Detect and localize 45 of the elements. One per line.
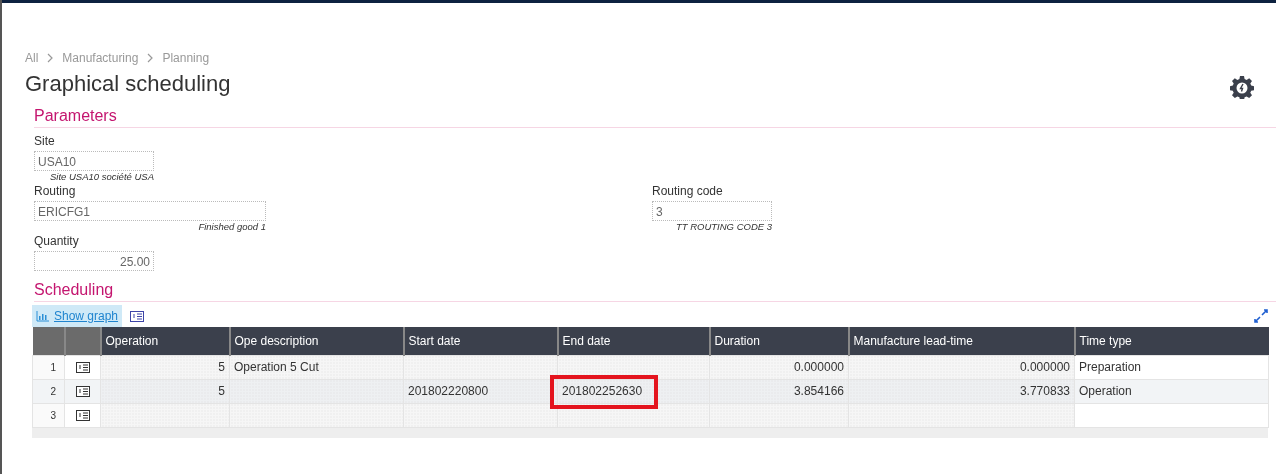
table-cell: 3.854166 xyxy=(793,384,844,398)
table-cell: 201802252630 xyxy=(562,384,643,398)
table-cell: Operation xyxy=(1079,384,1132,398)
column-header[interactable]: Duration xyxy=(709,327,849,355)
page-title: Graphical scheduling xyxy=(25,71,231,97)
show-graph-button[interactable]: Show graph xyxy=(32,305,123,327)
input-field[interactable]: ERICFG1 xyxy=(34,201,266,221)
column-header[interactable]: End date xyxy=(557,327,710,355)
detail-card-icon[interactable] xyxy=(75,361,90,373)
settings-icon[interactable] xyxy=(1230,75,1254,99)
field-hint: Finished good 1 xyxy=(197,221,266,232)
field-label: Routing xyxy=(34,184,77,200)
field-label: Site xyxy=(34,134,56,150)
bar-chart-icon xyxy=(36,310,49,322)
chevron-icon xyxy=(146,53,155,63)
table-cell: 5 xyxy=(218,384,225,398)
expand-icon[interactable] xyxy=(1254,309,1268,323)
table-cell: 3.770833 xyxy=(1019,384,1070,398)
field-label: Routing code xyxy=(652,184,724,200)
column-header[interactable]: Ope description xyxy=(229,327,404,355)
section-heading: Parameters xyxy=(34,107,1276,128)
field-label: Quantity xyxy=(34,234,80,250)
detail-card-icon[interactable] xyxy=(130,310,145,322)
input-field[interactable]: 3 xyxy=(652,201,772,221)
table-cell: 0.000000 xyxy=(793,360,844,374)
field-hint: Site USA10 société USA xyxy=(48,171,154,182)
input-field[interactable]: 25.00 xyxy=(34,251,154,271)
column-header[interactable]: Time type xyxy=(1074,327,1269,355)
detail-card-icon[interactable] xyxy=(75,409,90,421)
table-cell: Preparation xyxy=(1079,360,1142,374)
input-field[interactable]: USA10 xyxy=(34,151,154,171)
field-hint: TT ROUTING CODE 3 xyxy=(674,221,772,232)
table-cell: 0.000000 xyxy=(1019,360,1070,374)
section-heading: Scheduling xyxy=(34,281,1276,302)
row-number: 1 xyxy=(32,355,65,379)
table-cell: 5 xyxy=(218,360,225,374)
row-number: 2 xyxy=(32,379,65,403)
row-number: 3 xyxy=(32,403,65,427)
column-header[interactable]: Manufacture lead-time xyxy=(848,327,1075,355)
table-cell: Operation 5 Cut xyxy=(234,360,319,374)
column-header[interactable]: Start date xyxy=(403,327,558,355)
column-header[interactable]: Operation xyxy=(100,327,230,355)
table-cell: 201802220800 xyxy=(408,384,489,398)
detail-card-icon[interactable] xyxy=(75,385,90,397)
chevron-icon xyxy=(46,53,55,63)
